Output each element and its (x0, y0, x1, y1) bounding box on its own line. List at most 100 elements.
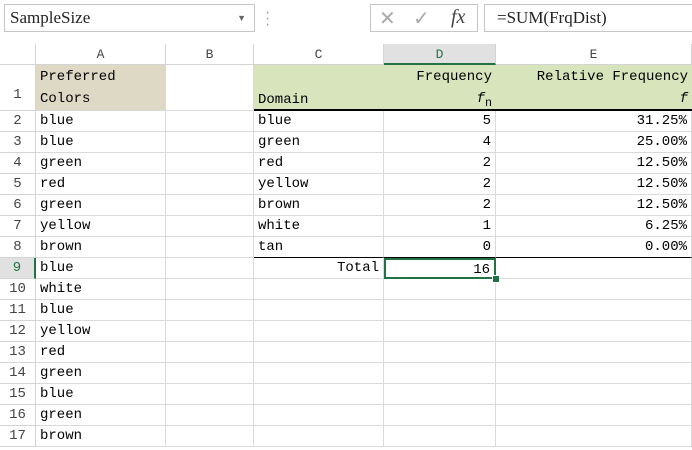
cell-b8[interactable] (166, 237, 254, 258)
cell-e12[interactable] (496, 321, 692, 342)
cell-e3[interactable]: 25.00% (496, 132, 692, 153)
cell-d10[interactable] (384, 279, 496, 300)
cell-a9[interactable]: blue (36, 258, 166, 279)
column-header-a[interactable]: A (36, 44, 166, 65)
column-header-e[interactable]: E (496, 44, 692, 65)
cell-a16[interactable]: green (36, 405, 166, 426)
row-header-1[interactable]: 1 (0, 65, 36, 111)
cell-c7[interactable]: white (254, 216, 384, 237)
cell-a4[interactable]: green (36, 153, 166, 174)
formula-input[interactable]: =SUM(FrqDist) (484, 4, 692, 32)
cell-e4[interactable]: 12.50% (496, 153, 692, 174)
cell-d13[interactable] (384, 342, 496, 363)
cell-c17[interactable] (254, 426, 384, 447)
cell-e9[interactable] (496, 258, 692, 279)
cell-d16[interactable] (384, 405, 496, 426)
cell-a14[interactable]: green (36, 363, 166, 384)
cell-e2[interactable]: 31.25% (496, 111, 692, 132)
cell-b2[interactable] (166, 111, 254, 132)
cell-a3[interactable]: blue (36, 132, 166, 153)
cell-a11[interactable]: blue (36, 300, 166, 321)
header-relative-frequency[interactable]: Relative Frequency f (496, 65, 692, 111)
chevron-down-icon[interactable]: ▼ (237, 5, 246, 31)
cell-d14[interactable] (384, 363, 496, 384)
cell-c9[interactable]: Total (254, 258, 384, 279)
cell-b17[interactable] (166, 426, 254, 447)
cell-d4[interactable]: 2 (384, 153, 496, 174)
cell-b9[interactable] (166, 258, 254, 279)
cell-e14[interactable] (496, 363, 692, 384)
row-header-15[interactable]: 15 (0, 384, 36, 405)
cell-a7[interactable]: yellow (36, 216, 166, 237)
row-header-13[interactable]: 13 (0, 342, 36, 363)
cell-e7[interactable]: 6.25% (496, 216, 692, 237)
cell-e15[interactable] (496, 384, 692, 405)
select-all-corner[interactable] (0, 44, 36, 65)
cell-c3[interactable]: green (254, 132, 384, 153)
row-header-11[interactable]: 11 (0, 300, 36, 321)
cell-b6[interactable] (166, 195, 254, 216)
cell-c2[interactable]: blue (254, 111, 384, 132)
cell-a8[interactable]: brown (36, 237, 166, 258)
cell-d12[interactable] (384, 321, 496, 342)
cell-a17[interactable]: brown (36, 426, 166, 447)
row-header-4[interactable]: 4 (0, 153, 36, 174)
cell-e6[interactable]: 12.50% (496, 195, 692, 216)
cell-d8[interactable]: 0 (384, 237, 496, 258)
row-header-3[interactable]: 3 (0, 132, 36, 153)
cell-e11[interactable] (496, 300, 692, 321)
cell-e5[interactable]: 12.50% (496, 174, 692, 195)
cell-a15[interactable]: blue (36, 384, 166, 405)
cell-b11[interactable] (166, 300, 254, 321)
cell-a13[interactable]: red (36, 342, 166, 363)
row-header-17[interactable]: 17 (0, 426, 36, 447)
cell-b13[interactable] (166, 342, 254, 363)
cell-b15[interactable] (166, 384, 254, 405)
row-header-16[interactable]: 16 (0, 405, 36, 426)
cell-e16[interactable] (496, 405, 692, 426)
cell-c6[interactable]: brown (254, 195, 384, 216)
cell-d17[interactable] (384, 426, 496, 447)
cell-b14[interactable] (166, 363, 254, 384)
row-header-6[interactable]: 6 (0, 195, 36, 216)
cell-c11[interactable] (254, 300, 384, 321)
cancel-icon[interactable]: ✕ (379, 6, 396, 32)
cell-b1[interactable] (166, 65, 254, 111)
cell-c10[interactable] (254, 279, 384, 300)
cell-e13[interactable] (496, 342, 692, 363)
column-header-c[interactable]: C (254, 44, 384, 65)
row-header-5[interactable]: 5 (0, 174, 36, 195)
cell-c4[interactable]: red (254, 153, 384, 174)
header-domain[interactable]: Domain (254, 65, 384, 111)
row-header-8[interactable]: 8 (0, 237, 36, 258)
cell-a10[interactable]: white (36, 279, 166, 300)
cell-b16[interactable] (166, 405, 254, 426)
column-header-b[interactable]: B (166, 44, 254, 65)
cell-c12[interactable] (254, 321, 384, 342)
cell-d7[interactable]: 1 (384, 216, 496, 237)
enter-icon[interactable]: ✓ (413, 6, 430, 32)
name-box[interactable]: SampleSize ▼ (4, 4, 255, 32)
cell-a6[interactable]: green (36, 195, 166, 216)
cell-d5[interactable]: 2 (384, 174, 496, 195)
row-header-12[interactable]: 12 (0, 321, 36, 342)
cell-c14[interactable] (254, 363, 384, 384)
cell-e17[interactable] (496, 426, 692, 447)
row-header-10[interactable]: 10 (0, 279, 36, 300)
cell-b5[interactable] (166, 174, 254, 195)
cell-b4[interactable] (166, 153, 254, 174)
cell-e8[interactable]: 0.00% (496, 237, 692, 258)
cell-b10[interactable] (166, 279, 254, 300)
row-header-7[interactable]: 7 (0, 216, 36, 237)
row-header-14[interactable]: 14 (0, 363, 36, 384)
cell-b3[interactable] (166, 132, 254, 153)
cell-b7[interactable] (166, 216, 254, 237)
cell-d2[interactable]: 5 (384, 111, 496, 132)
cell-d9[interactable]: 16 (384, 258, 496, 279)
header-frequency[interactable]: Frequency fn (384, 65, 496, 111)
header-preferred-colors[interactable]: Preferred Colors (36, 65, 166, 111)
cell-c5[interactable]: yellow (254, 174, 384, 195)
cell-d15[interactable] (384, 384, 496, 405)
cell-b12[interactable] (166, 321, 254, 342)
insert-function-icon[interactable]: fx (451, 6, 465, 29)
